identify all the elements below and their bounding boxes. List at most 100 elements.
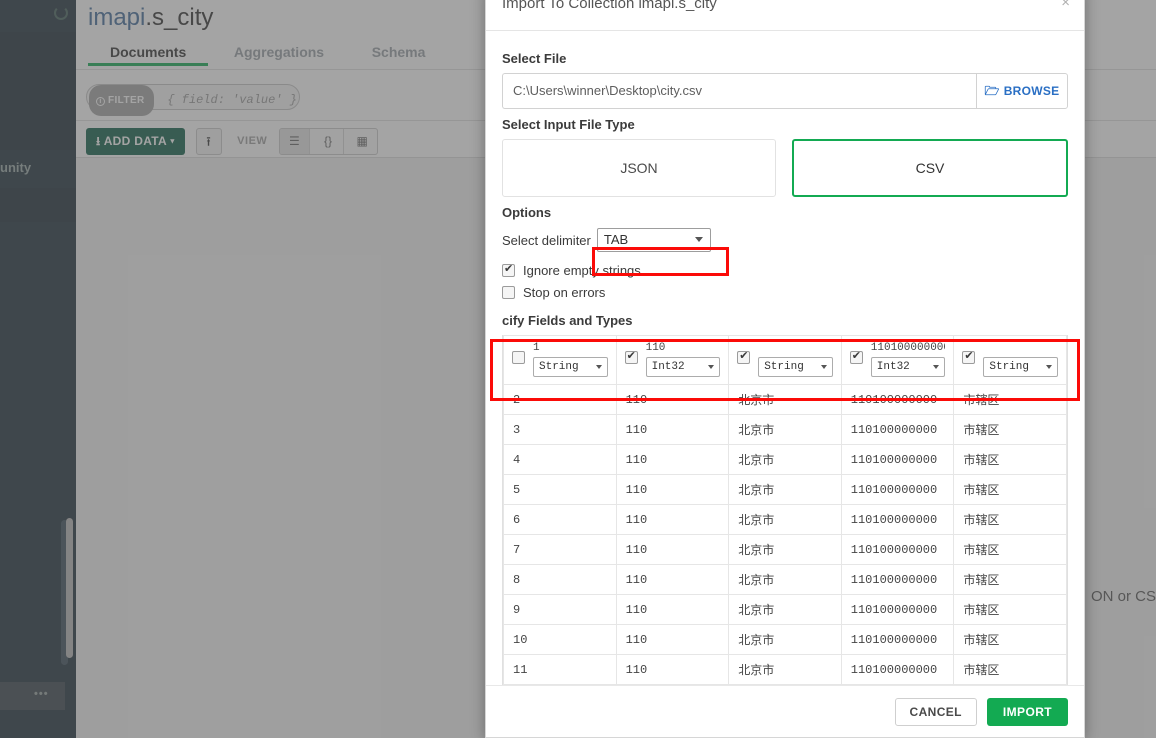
table-cell: 市辖区	[953, 624, 1067, 655]
table-row: 10 110 北京市 110100000000 市辖区	[503, 624, 1067, 655]
table-cell: 110100000000	[840, 504, 955, 535]
table-cell: 110	[615, 474, 730, 505]
table-cell: 110100000000	[840, 474, 955, 505]
ignore-empty-strings-label: Ignore empty strings	[523, 262, 641, 278]
table-cell: 110100000000	[840, 654, 955, 685]
table-row: 7 110 北京市 110100000000 市辖区	[503, 534, 1067, 565]
field-type-value: Int32	[651, 361, 685, 373]
close-icon[interactable]: ×	[1061, 0, 1070, 11]
table-row: 6 110 北京市 110100000000 市辖区	[503, 504, 1067, 535]
table-cell: 9	[503, 594, 617, 625]
table-cell: 110100000000	[840, 414, 955, 445]
chevron-down-icon	[1046, 365, 1052, 369]
table-cell: 110100000000	[840, 594, 955, 625]
ignore-empty-strings-checkbox[interactable]	[502, 262, 515, 277]
field-include-checkbox[interactable]	[512, 351, 525, 364]
chevron-down-icon	[708, 365, 715, 369]
table-cell: 110	[615, 444, 730, 475]
table-cell: 110	[615, 504, 730, 535]
table-cell: 110	[615, 654, 730, 685]
table-cell: 7	[503, 534, 617, 565]
fields-table-head: 1 String 110 Int32 String 110100000000 Int32 St…	[503, 335, 1067, 385]
chevron-down-icon	[820, 365, 827, 369]
table-cell: 市辖区	[953, 564, 1067, 595]
table-cell: 北京市	[728, 564, 842, 595]
import-button[interactable]: IMPORT	[986, 697, 1068, 726]
field-name: 1	[533, 342, 540, 354]
fields-table-body: 2 110 北京市 110100000000 市辖区 3 110 北京市 11010000000…	[503, 384, 1067, 685]
fields-header-cell: String	[728, 335, 842, 385]
table-cell: 10	[503, 624, 617, 655]
file-path-input[interactable]: C:\Users\winner\Desktop\city.csv	[502, 73, 976, 109]
cancel-button[interactable]: CANCEL	[894, 697, 977, 726]
options-label: Options	[502, 205, 552, 220]
field-name: 110100000000	[870, 342, 946, 354]
file-type-csv-button[interactable]: CSV	[792, 139, 1068, 197]
field-type-select[interactable]: String	[533, 357, 608, 377]
table-cell: 110	[615, 624, 730, 655]
table-cell: 3	[503, 414, 617, 445]
file-type-json-button[interactable]: JSON	[502, 139, 776, 197]
field-include-checkbox[interactable]	[624, 349, 638, 364]
file-picker-row: C:\Users\winner\Desktop\city.csv 🗁 BROWSE	[502, 73, 1068, 109]
field-type-select[interactable]: Int32	[645, 357, 721, 377]
field-include-checkbox[interactable]	[962, 349, 976, 364]
delimiter-label: Select delimiter	[502, 232, 591, 248]
dialog-title: Import To Collection imapi.s_city	[502, 0, 717, 12]
field-name	[983, 342, 1058, 355]
table-cell: 6	[503, 504, 617, 535]
input-file-type-label: Select Input File Type	[502, 117, 635, 132]
table-row: 2 110 北京市 110100000000 市辖区	[503, 384, 1067, 415]
fields-table: 1 String 110 Int32 String 110100000000 Int32 St…	[503, 335, 1067, 685]
table-cell: 110	[615, 384, 730, 415]
table-cell: 110	[615, 564, 730, 595]
browse-button[interactable]: 🗁 BROWSE	[976, 73, 1068, 109]
fields-header-cell: 110 Int32	[615, 335, 730, 385]
fields-header-cell: 110100000000 Int32	[840, 335, 955, 385]
table-cell: 市辖区	[953, 534, 1067, 565]
table-row: 9 110 北京市 110100000000 市辖区	[503, 594, 1067, 625]
stop-on-errors-checkbox[interactable]	[502, 285, 515, 299]
dialog-footer: CANCEL IMPORT	[486, 685, 1084, 737]
field-name	[758, 342, 833, 355]
delimiter-select[interactable]: TAB	[596, 228, 711, 252]
table-row: 11 110 北京市 110100000000 市辖区	[503, 654, 1067, 685]
field-type-select[interactable]: Int32	[870, 357, 946, 377]
field-type-value: String	[989, 361, 1029, 373]
table-cell: 110100000000	[840, 444, 955, 475]
table-cell: 市辖区	[953, 504, 1067, 535]
ignore-empty-strings-row[interactable]: Ignore empty strings	[502, 259, 1068, 281]
delimiter-value: TAB	[603, 232, 629, 247]
select-file-label: Select File	[502, 51, 567, 66]
table-cell: 110100000000	[840, 384, 955, 415]
table-cell: 北京市	[728, 474, 842, 505]
chevron-down-icon	[694, 237, 703, 242]
fields-table-container: 1 String 110 Int32 String 110100000000 Int32 St…	[502, 335, 1068, 685]
table-cell: 110100000000	[840, 624, 955, 655]
browse-label: BROWSE	[1003, 84, 1060, 98]
table-cell: 北京市	[728, 444, 842, 475]
table-cell: 8	[503, 564, 617, 595]
table-cell: 市辖区	[953, 594, 1067, 625]
field-type-value: String	[764, 361, 804, 373]
field-type-select[interactable]: String	[983, 357, 1058, 377]
field-name: 110	[645, 342, 666, 354]
fields-header-cell: 1 String	[503, 335, 617, 385]
dialog-header: Import To Collection imapi.s_city ×	[486, 0, 1084, 31]
table-cell: 北京市	[728, 384, 842, 415]
table-row: 5 110 北京市 110100000000 市辖区	[503, 474, 1067, 505]
folder-icon: 🗁	[984, 84, 1000, 98]
field-include-checkbox[interactable]	[737, 349, 751, 364]
table-cell: 11	[503, 654, 617, 685]
dialog-body: Select File C:\Users\winner\Desktop\city…	[486, 31, 1084, 685]
stop-on-errors-row[interactable]: Stop on errors	[502, 281, 1068, 303]
field-type-select[interactable]: String	[758, 357, 833, 377]
table-cell: 5	[503, 474, 617, 505]
import-dialog: Import To Collection imapi.s_city × Sele…	[485, 0, 1085, 738]
table-cell: 市辖区	[953, 444, 1067, 475]
field-include-checkbox[interactable]	[849, 349, 863, 364]
table-row: 3 110 北京市 110100000000 市辖区	[503, 414, 1067, 445]
table-cell: 北京市	[728, 654, 842, 685]
field-type-value: String	[539, 361, 579, 373]
chevron-down-icon	[595, 365, 602, 369]
